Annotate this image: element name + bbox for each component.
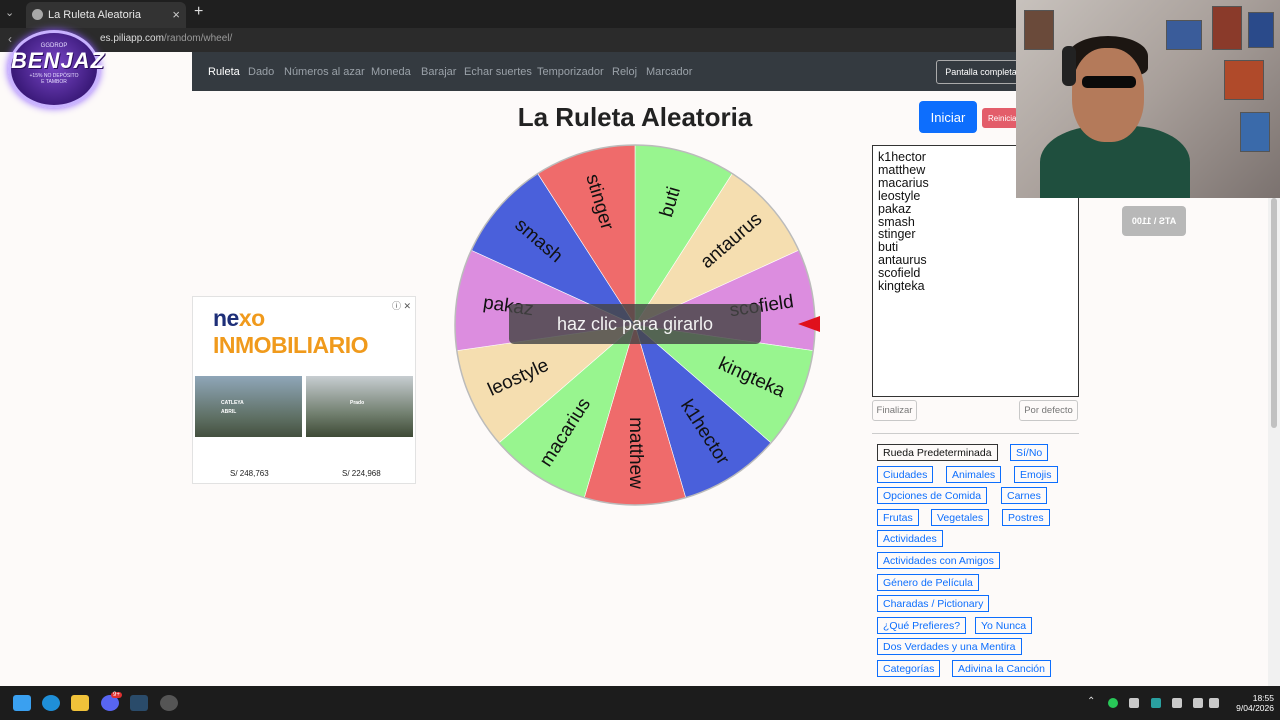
preset-vegetales[interactable]: Vegetales bbox=[931, 509, 990, 526]
scrollbar-thumb[interactable] bbox=[1271, 198, 1277, 428]
tray-status-icon[interactable] bbox=[1108, 698, 1118, 708]
app-icon[interactable] bbox=[160, 695, 178, 711]
microphone-icon[interactable] bbox=[1172, 698, 1182, 708]
preset-carnes[interactable]: Carnes bbox=[1001, 487, 1047, 504]
reset-button[interactable]: Reinicia bbox=[982, 108, 1018, 128]
finish-button[interactable]: Finalizar bbox=[872, 400, 917, 421]
favicon-icon bbox=[32, 9, 43, 20]
nav-reloj[interactable]: Reloj bbox=[612, 66, 637, 78]
browser-tab[interactable]: La Ruleta Aleatoria × bbox=[26, 2, 186, 28]
url-path: /random/wheel/ bbox=[163, 33, 233, 44]
preset-emojis[interactable]: Emojis bbox=[1014, 466, 1058, 483]
preset-ciudades[interactable]: Ciudades bbox=[877, 466, 934, 483]
tray-app-icon[interactable] bbox=[1151, 698, 1161, 708]
ad-image-2[interactable]: Prado bbox=[306, 376, 413, 437]
start-icon[interactable] bbox=[13, 695, 31, 711]
ad-close-icon[interactable]: ⓘ ✕ bbox=[392, 299, 411, 312]
streamer-logo: GGDROP BENJAZ +15% NO DEPÓSITO E TAMBOR bbox=[8, 30, 106, 108]
tab-list-icon[interactable]: ⌄ bbox=[5, 6, 14, 19]
tray-chevron-icon[interactable]: ⌃ bbox=[1087, 696, 1095, 707]
ad-price-1: S/ 248,763 bbox=[230, 469, 269, 478]
logo-small-2: E TAMBOR bbox=[41, 79, 67, 85]
nav-barajar[interactable]: Barajar bbox=[421, 66, 456, 78]
fullscreen-button[interactable]: Pantalla completa bbox=[936, 60, 1026, 84]
divider bbox=[872, 433, 1079, 434]
wheel-pointer-icon bbox=[798, 316, 820, 332]
ad-brand: nexo INMOBILIARIO bbox=[213, 305, 369, 358]
clock-time: 18:55 bbox=[1252, 693, 1274, 703]
preset-que-prefieres[interactable]: ¿Qué Prefieres? bbox=[877, 617, 967, 634]
wall-poster bbox=[1248, 12, 1274, 48]
webcam-overlay bbox=[1016, 0, 1280, 198]
wall-poster bbox=[1024, 10, 1054, 50]
entry-line: kingteka bbox=[878, 279, 925, 294]
tray-steam-icon[interactable] bbox=[1129, 698, 1139, 708]
entry-line: pakaz bbox=[878, 201, 912, 216]
nav-marcador[interactable]: Marcador bbox=[646, 66, 692, 78]
ad-image-2-label: Prado bbox=[350, 400, 365, 406]
default-button[interactable]: Por defecto bbox=[1019, 400, 1078, 421]
entry-line: stinger bbox=[878, 227, 916, 242]
steam-icon[interactable] bbox=[130, 695, 148, 711]
start-button[interactable]: Iniciar bbox=[919, 101, 977, 133]
sunglasses bbox=[1082, 76, 1136, 88]
preset-dos-verdades[interactable]: Dos Verdades y una Mentira bbox=[877, 638, 1022, 655]
nav-dado[interactable]: Dado bbox=[248, 66, 274, 78]
ad-image-1-label: CATLEYA bbox=[221, 400, 244, 406]
ad-image-1[interactable]: CATLEYA ABRIL bbox=[195, 376, 302, 437]
url-text[interactable]: es.piliapp.com/random/wheel/ bbox=[100, 33, 232, 44]
preset-actividades-amigos[interactable]: Actividades con Amigos bbox=[877, 552, 1000, 569]
new-tab-icon[interactable]: + bbox=[194, 3, 203, 21]
preset-animales[interactable]: Animales bbox=[946, 466, 1002, 483]
discord-badge: 9+ bbox=[111, 692, 122, 698]
wall-poster bbox=[1240, 112, 1270, 152]
nav-echar-suertes[interactable]: Echar suertes bbox=[464, 66, 532, 78]
preset-categorias[interactable]: Categorías bbox=[877, 660, 941, 677]
preset-opciones-comida[interactable]: Opciones de Comida bbox=[877, 487, 988, 504]
spin-hint-label[interactable]: haz clic para girarlo bbox=[509, 304, 761, 344]
clock-date: 9/04/2026 bbox=[1236, 703, 1274, 713]
taskbar: 9+ ⌃ 18:55 9/04/2026 bbox=[0, 686, 1280, 720]
wall-poster bbox=[1224, 60, 1264, 100]
page-title: La Ruleta Aleatoria bbox=[517, 102, 753, 132]
preset-si-no[interactable]: Sí/No bbox=[1010, 444, 1049, 461]
overlay-sticker: ATS \ 1100 bbox=[1122, 206, 1186, 236]
wheel-label-matthew: matthew bbox=[625, 417, 646, 489]
person-face bbox=[1072, 48, 1144, 142]
preset-genero-pelicula[interactable]: Género de Película bbox=[877, 574, 979, 591]
ad-image-1-label-2: ABRIL bbox=[221, 409, 237, 415]
volume-icon[interactable] bbox=[1209, 698, 1219, 708]
preset-rueda-predeterminada[interactable]: Rueda Predeterminada bbox=[877, 444, 998, 461]
network-icon[interactable] bbox=[1193, 698, 1203, 708]
tab-title: La Ruleta Aleatoria bbox=[48, 9, 141, 21]
preset-adivina-cancion[interactable]: Adivina la Canción bbox=[952, 660, 1051, 677]
url-host: es.piliapp.com bbox=[100, 33, 164, 44]
advertisement[interactable]: nexo INMOBILIARIO ⓘ ✕ CATLEYA ABRIL Prad… bbox=[192, 296, 416, 484]
headset-icon bbox=[1062, 46, 1076, 86]
preset-yo-nunca[interactable]: Yo Nunca bbox=[975, 617, 1033, 634]
wall-poster bbox=[1212, 6, 1242, 50]
nav-moneda[interactable]: Moneda bbox=[371, 66, 411, 78]
preset-frutas[interactable]: Frutas bbox=[877, 509, 919, 526]
edge-icon[interactable] bbox=[42, 695, 60, 711]
preset-postres[interactable]: Postres bbox=[1002, 509, 1050, 526]
system-clock[interactable]: 18:55 9/04/2026 bbox=[1224, 693, 1274, 713]
nav-temporizador[interactable]: Temporizador bbox=[537, 66, 604, 78]
preset-charadas[interactable]: Charadas / Pictionary bbox=[877, 595, 990, 612]
ad-price-2: S/ 224,968 bbox=[342, 469, 381, 478]
wall-poster bbox=[1166, 20, 1202, 50]
preset-actividades[interactable]: Actividades bbox=[877, 530, 943, 547]
folder-icon[interactable] bbox=[71, 695, 89, 711]
close-tab-icon[interactable]: × bbox=[172, 7, 180, 22]
nav-numeros[interactable]: Números al azar bbox=[284, 66, 365, 78]
logo-name: BENJAZ bbox=[11, 48, 106, 73]
nav-ruleta[interactable]: Ruleta bbox=[208, 66, 240, 78]
